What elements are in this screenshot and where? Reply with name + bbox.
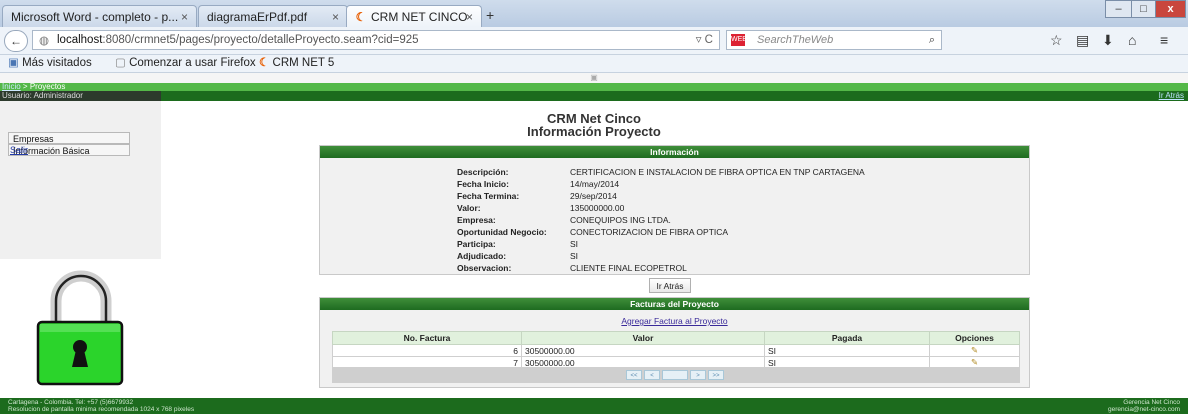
- breadcrumb-separator: >: [20, 82, 30, 91]
- search-input[interactable]: WEB SearchTheWeb ⌕: [726, 30, 942, 50]
- info-panel: Información Descripción: CERTIFICACION E …: [319, 145, 1030, 275]
- pager-last-button[interactable]: >>: [708, 370, 724, 380]
- info-row-descripcion: Descripción: CERTIFICACION E INSTALACION …: [457, 167, 865, 177]
- back-arrow-icon[interactable]: ←: [4, 30, 28, 52]
- info-row-participa: Participa: SI: [457, 239, 579, 249]
- tab-pdf[interactable]: diagramaErPdf.pdf ×: [198, 5, 348, 27]
- minimize-button[interactable]: –: [1105, 0, 1132, 18]
- tab-close-icon[interactable]: ×: [332, 6, 339, 27]
- info-row-observacion: Observacion: CLIENTE FINAL ECOPETROL: [457, 263, 687, 273]
- tab-close-icon[interactable]: ×: [181, 6, 188, 27]
- pagination-bar: << < > >>: [332, 367, 1020, 383]
- globe-icon: ◍: [39, 35, 50, 47]
- footer-company: Gerencia Net Cinco gerencia@net-cinco.co…: [1108, 399, 1180, 413]
- tab-crm-net-cinco[interactable]: ☾ CRM NET CINCO ×: [346, 5, 482, 27]
- bookmark-getting-started[interactable]: ▢ Comenzar a usar Firefox: [115, 55, 256, 72]
- tab-close-icon[interactable]: ×: [466, 6, 473, 27]
- crm-favicon-icon: ☾: [259, 57, 273, 69]
- url-bar[interactable]: ◍ localhost:8080/crmnet5/pages/proyecto/…: [32, 30, 720, 50]
- info-row-fecha-inicio: Fecha Inicio: 14/may/2014: [457, 179, 620, 189]
- pager-page-indicator: [662, 370, 688, 380]
- search-icon[interactable]: ⌕: [929, 31, 935, 49]
- column-header-value[interactable]: Valor: [521, 331, 765, 345]
- page-icon: ▢: [115, 57, 130, 69]
- url-path: :8080/crmnet5/pages/proyecto/detalleProy…: [102, 34, 419, 46]
- info-row-adjudicado: Adjudicado: SI: [457, 251, 579, 261]
- table-row: 6 30500000.00 SI ✎: [332, 344, 1020, 357]
- url-host: localhost: [57, 34, 103, 46]
- footer-resolution-note: Resolucion de pantalla minima recomendad…: [8, 406, 195, 413]
- pager-first-button[interactable]: <<: [626, 370, 642, 380]
- info-row-fecha-termina: Fecha Termina: 29/sep/2014: [457, 191, 617, 201]
- tab-strip: Microsoft Word - completo - p... × diagr…: [0, 0, 1188, 27]
- info-row-oportunidad: Oportunidad Negocio: CONECTORIZACION DE F…: [457, 227, 729, 237]
- pager-next-button[interactable]: >: [690, 370, 706, 380]
- invoice-number: 6: [332, 344, 522, 357]
- lock-illustration: [0, 259, 161, 395]
- edit-pencil-icon[interactable]: ✎: [971, 357, 978, 367]
- reload-icon[interactable]: ▿ C: [696, 31, 713, 49]
- padlock-icon: [36, 270, 124, 386]
- tab-label: Microsoft Word - completo - p...: [11, 10, 179, 24]
- bookmark-folder-icon: ▣: [8, 57, 23, 69]
- tab-label: diagramaErPdf.pdf: [207, 10, 308, 24]
- info-panel-header: Información: [320, 146, 1029, 158]
- logout-link[interactable]: Salir: [10, 145, 28, 155]
- user-bar: Usuario: Administrador Ir Atrás: [0, 91, 1188, 101]
- info-row-valor: Valor: 135000000.00: [457, 203, 625, 213]
- footer-address: Cartagena - Colombia. Tel: +57 (5)667993…: [8, 399, 134, 406]
- footer-email-link[interactable]: gerencia@net-cinco.com: [1108, 406, 1180, 413]
- download-icon[interactable]: ⬇: [1102, 32, 1114, 49]
- bookmark-most-visited[interactable]: ▣ Más visitados: [8, 55, 92, 72]
- invoice-paid: SI: [764, 344, 930, 357]
- new-tab-button[interactable]: +: [486, 7, 494, 23]
- pager-prev-button[interactable]: <: [644, 370, 660, 380]
- reading-list-icon[interactable]: ▤: [1076, 32, 1089, 49]
- breadcrumb-current: Proyectos: [29, 82, 66, 91]
- edit-pencil-icon[interactable]: ✎: [971, 345, 978, 355]
- user-label: Usuario: Administrador: [0, 91, 161, 101]
- tab-word-document[interactable]: Microsoft Word - completo - p... ×: [2, 5, 197, 27]
- search-engine-icon[interactable]: WEB: [731, 34, 747, 46]
- footer-contact: Cartagena - Colombia. Tel: +57 (5)667993…: [8, 399, 194, 413]
- table-header-row: No. Factura Valor Pagada Opciones: [332, 331, 1020, 345]
- bookmarks-toolbar: ▣ Más visitados ▢ Comenzar a usar Firefo…: [0, 55, 1188, 73]
- invoices-table: No. Factura Valor Pagada Opciones 6 3050…: [332, 331, 1020, 369]
- navigation-toolbar: ← ◍ localhost:8080/crmnet5/pages/proyect…: [0, 27, 1188, 55]
- bookmark-star-icon[interactable]: ☆: [1050, 32, 1063, 49]
- add-invoice-link[interactable]: Agregar Factura al Proyecto: [320, 316, 1029, 326]
- back-link-top[interactable]: Ir Atrás: [1159, 91, 1184, 101]
- options-cell: ✎: [929, 344, 1020, 357]
- breadcrumb-home-link[interactable]: Inicio: [2, 82, 21, 91]
- crm-favicon-icon: ☾: [355, 10, 367, 24]
- column-header-options: Opciones: [929, 331, 1020, 345]
- info-row-empresa: Empresa: CONEQUIPOS ING LTDA.: [457, 215, 671, 225]
- breadcrumb: Inicio > Proyectos: [0, 83, 1188, 91]
- close-window-button[interactable]: x: [1155, 0, 1186, 18]
- search-placeholder: SearchTheWeb: [757, 34, 834, 46]
- page-title: Información Proyecto: [527, 124, 661, 139]
- invoices-panel: Facturas del Proyecto Agregar Factura al…: [319, 297, 1030, 388]
- footer-company-name: Gerencia Net Cinco: [1123, 399, 1180, 406]
- menu-icon[interactable]: ≡: [1160, 32, 1168, 48]
- home-icon[interactable]: ⌂: [1128, 32, 1136, 48]
- column-header-paid[interactable]: Pagada: [764, 331, 930, 345]
- bookmark-crm-net-5[interactable]: ☾ CRM NET 5: [259, 55, 334, 72]
- tab-label: CRM NET CINCO: [371, 10, 468, 24]
- invoice-value: 30500000.00: [521, 344, 765, 357]
- invoices-panel-header: Facturas del Proyecto: [320, 298, 1029, 310]
- maximize-button[interactable]: □: [1131, 0, 1156, 18]
- footer: Cartagena - Colombia. Tel: +57 (5)667993…: [0, 398, 1188, 414]
- back-button[interactable]: Ir Atrás: [649, 278, 691, 293]
- column-header-number[interactable]: No. Factura: [332, 331, 522, 345]
- plugin-placeholder-icon: ▣: [0, 73, 1188, 83]
